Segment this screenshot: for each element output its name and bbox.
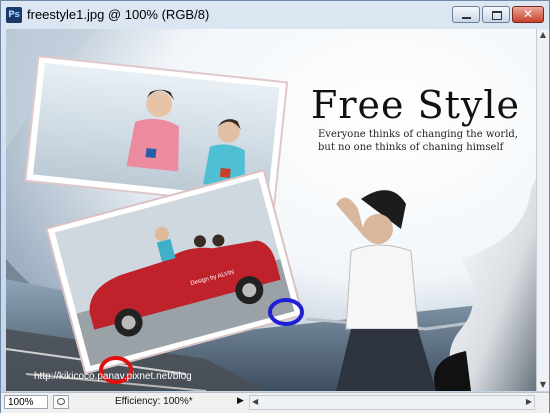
- maximize-button[interactable]: [482, 6, 510, 23]
- horizontal-scrollbar[interactable]: ◀ ▶: [249, 395, 535, 410]
- window-title: freestyle1.jpg @ 100% (RGB/8): [27, 7, 210, 22]
- poster-title: Free Style: [311, 83, 520, 127]
- credit-url: http://kikicoco.panav.pixnet.net/blog: [34, 371, 192, 382]
- poster-tagline: Everyone thinks of changing the world, b…: [318, 128, 518, 154]
- status-bar: 100% Efficiency: 100%* ▶ ◀ ▶: [1, 392, 549, 413]
- document-window: Ps freestyle1.jpg @ 100% (RGB/8) ✕ Desig…: [0, 0, 550, 413]
- status-info-icon[interactable]: [53, 395, 69, 409]
- scroll-left-icon[interactable]: ◀: [252, 397, 258, 406]
- title-bar[interactable]: Ps freestyle1.jpg @ 100% (RGB/8) ✕: [1, 1, 549, 29]
- close-icon: ✕: [522, 7, 534, 21]
- photoshop-icon: Ps: [6, 7, 22, 23]
- minimize-icon: [462, 17, 471, 19]
- tagline-line-1: Everyone thinks of changing the world,: [318, 129, 518, 140]
- zoom-level-field[interactable]: 100%: [4, 395, 48, 409]
- scroll-up-icon[interactable]: ▲: [537, 29, 549, 41]
- close-button[interactable]: ✕: [512, 6, 544, 23]
- scroll-right-icon[interactable]: ▶: [526, 397, 532, 406]
- maximize-icon: [492, 11, 502, 20]
- vertical-scrollbar[interactable]: ▲ ▼: [536, 29, 549, 391]
- scroll-down-icon[interactable]: ▼: [537, 379, 549, 391]
- efficiency-readout: Efficiency: 100%*: [115, 396, 193, 407]
- minimize-button[interactable]: [452, 6, 480, 23]
- image-canvas[interactable]: Design by ALVIN Free Style Everyone thin…: [6, 29, 536, 391]
- status-menu-arrow-icon[interactable]: ▶: [237, 396, 244, 406]
- tagline-line-2: but no one thinks of chaning himself: [318, 142, 504, 153]
